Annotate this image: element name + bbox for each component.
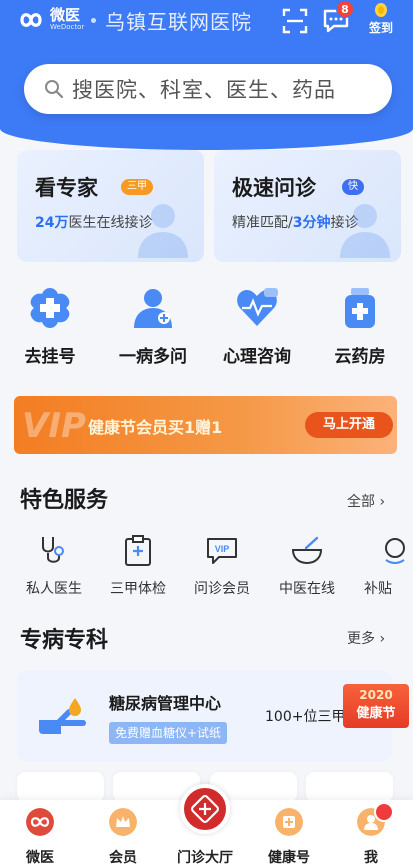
card-expert-title: 看专家: [35, 176, 98, 200]
health-plus-icon: [275, 808, 303, 836]
service-subsidy-label: 补贴: [364, 581, 392, 597]
quick-psychology[interactable]: 心理咨询: [212, 286, 302, 367]
card-expert-tag: 三甲: [121, 179, 153, 195]
specialty-subcard[interactable]: [306, 772, 393, 802]
notification-dot: [374, 802, 394, 822]
vip-banner[interactable]: VIP 健康节会员买1赠1 马上开通: [14, 396, 397, 454]
service-private-doctor[interactable]: 私人医生: [14, 534, 94, 598]
message-count-badge: 8: [336, 0, 354, 18]
tab-weyi-label: 微医: [26, 850, 54, 866]
weyi-logo-icon: [20, 12, 42, 27]
tab-me-label: 我: [364, 850, 378, 866]
featured-title: 特色服务: [20, 488, 109, 513]
app-logo[interactable]: 微医 WeDoctor: [16, 8, 84, 31]
separator-dot: [91, 18, 96, 23]
scan-icon[interactable]: [282, 8, 308, 34]
doctor-illustration-icon: [340, 204, 390, 258]
vip-chat-icon: VIP: [207, 538, 237, 564]
medicine-bottle-icon: [345, 288, 375, 328]
banner-text: 健康节会员买1赠1: [88, 418, 223, 437]
card-fast-tag: 快: [342, 179, 364, 195]
heart-chat-icon: [237, 288, 278, 326]
quick-entries: 去挂号 一病多问 心理咨询 云药房: [0, 286, 413, 376]
subsidy-icon: [385, 538, 405, 564]
doctor-consult-icon: [134, 289, 172, 328]
quick-register-label: 去挂号: [24, 347, 76, 367]
chevron-right-icon: ›: [379, 494, 386, 510]
service-checkup[interactable]: 三甲体检: [98, 534, 178, 598]
search-placeholder: 搜医院、科室、医生、药品: [72, 78, 336, 102]
weyi-logo-icon: [26, 808, 54, 836]
search-input[interactable]: 搜医院、科室、医生、药品: [24, 64, 392, 114]
search-icon: [45, 80, 64, 99]
open-now-button[interactable]: 马上开通: [305, 412, 393, 438]
diabetes-offer-tag: 免费赠血糖仪+试纸: [109, 722, 228, 744]
tab-member[interactable]: 会员: [88, 800, 158, 867]
quick-multi-label: 一病多问: [119, 347, 187, 367]
tab-health[interactable]: 健康号: [254, 800, 324, 867]
service-tcm[interactable]: 中医在线: [267, 534, 347, 598]
badge-year: 2020: [359, 688, 393, 702]
chevron-right-icon: ›: [379, 631, 386, 647]
card-expert[interactable]: 看专家 三甲 24万医生在线接诊: [17, 150, 204, 262]
tab-health-label: 健康号: [268, 850, 310, 866]
blood-drop-hand-icon: [39, 698, 86, 734]
signin-label: 签到: [368, 21, 393, 35]
featured-more-link[interactable]: 全部 ›: [347, 491, 385, 511]
tab-me[interactable]: 我: [336, 800, 406, 867]
service-vip-consult-label: 问诊会员: [194, 581, 250, 597]
clinic-hall-fab[interactable]: [180, 784, 230, 834]
mortar-bowl-icon: [291, 536, 323, 565]
hospital-cross-icon: [30, 288, 70, 328]
diabetes-doctor-count: 100+位三甲医: [265, 709, 355, 725]
signin-button[interactable]: 签到: [364, 2, 398, 36]
service-vip-consult[interactable]: VIP 问诊会员: [182, 534, 262, 598]
specialty-more-link[interactable]: 更多 ›: [347, 628, 385, 648]
tab-clinic-label: 门诊大厅: [177, 850, 233, 866]
quick-multi-consult[interactable]: 一病多问: [108, 286, 198, 367]
card-fast-title: 极速问诊: [232, 176, 316, 200]
clinic-plus-icon: [191, 795, 219, 823]
service-subsidy[interactable]: 补贴: [350, 534, 413, 598]
quick-register[interactable]: 去挂号: [5, 286, 95, 367]
tab-weyi[interactable]: 微医: [5, 800, 75, 867]
logo-name: 微医: [50, 6, 81, 24]
doctor-illustration-icon: [138, 204, 188, 258]
diabetes-title: 糖尿病管理中心: [109, 694, 222, 713]
crown-icon: [109, 808, 137, 836]
specialty-subcard[interactable]: [17, 772, 104, 802]
specialty-title: 专病专科: [20, 628, 109, 653]
health-festival-badge: 2020 健康节: [343, 684, 409, 728]
service-checkup-label: 三甲体检: [110, 581, 166, 597]
diabetes-center-card[interactable]: 糖尿病管理中心 免费赠血糖仪+试纸 100+位三甲医: [17, 670, 392, 762]
badge-text: 健康节: [356, 706, 396, 721]
feature-cards: 看专家 三甲 24万医生在线接诊 极速问诊 快 精准匹配/3分钟接诊: [17, 150, 401, 262]
svg-text:VIP: VIP: [215, 544, 230, 554]
tab-member-label: 会员: [109, 850, 137, 866]
card-fast-consult[interactable]: 极速问诊 快 精准匹配/3分钟接诊: [214, 150, 401, 262]
quick-psychology-label: 心理咨询: [223, 347, 291, 367]
vip-watermark: VIP: [22, 406, 86, 446]
top-header: 微医 WeDoctor 乌镇互联网医院 8 签到 搜医院、科室、医生、药品: [0, 0, 413, 150]
stethoscope-icon: [42, 537, 64, 563]
service-private-doctor-label: 私人医生: [26, 581, 82, 597]
checkup-clipboard-icon: [125, 535, 151, 566]
logo-subname: WeDoctor: [50, 23, 85, 31]
quick-pharmacy[interactable]: 云药房: [315, 286, 405, 367]
quick-pharmacy-label: 云药房: [334, 347, 386, 367]
coin-icon: [375, 3, 387, 17]
hospital-name: 乌镇互联网医院: [105, 10, 252, 34]
service-tcm-label: 中医在线: [279, 581, 335, 597]
